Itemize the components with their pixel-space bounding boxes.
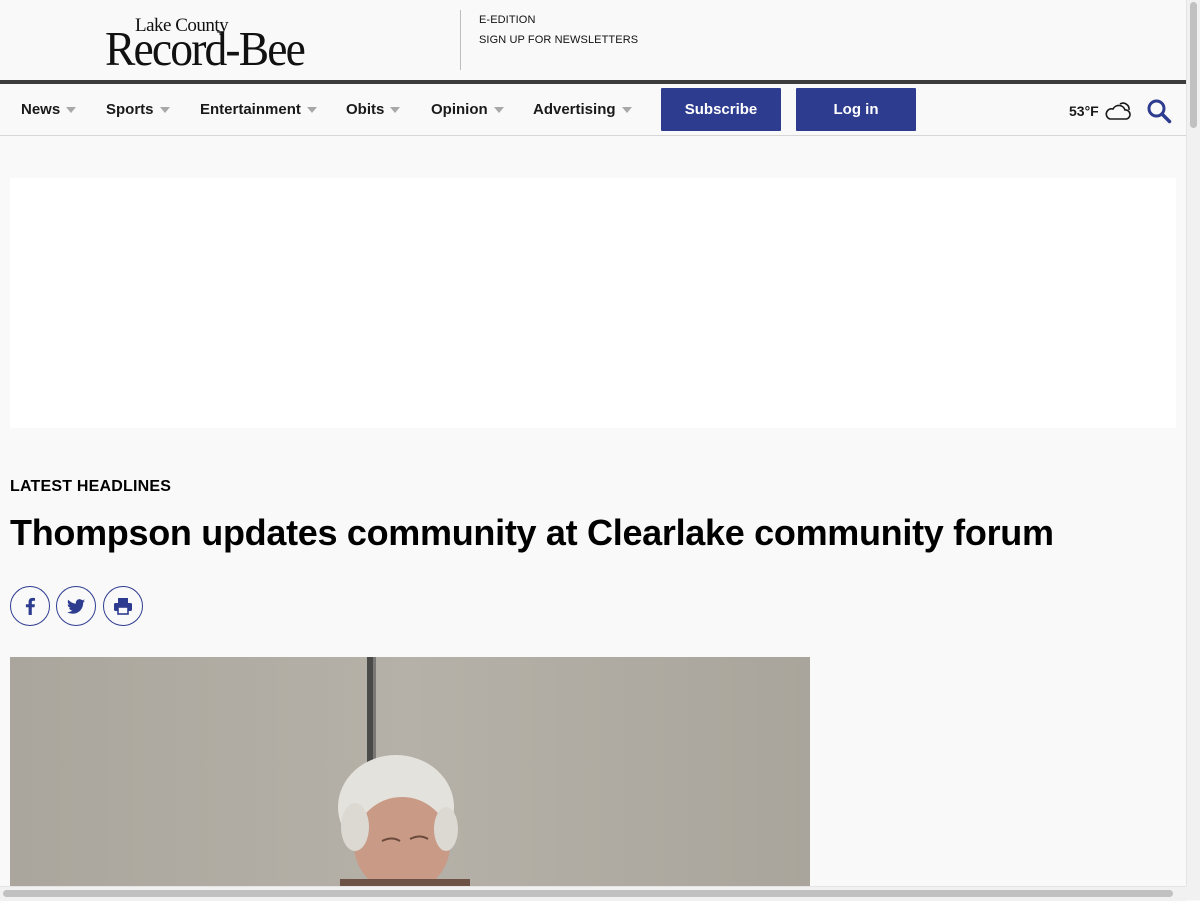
print-icon [114, 598, 132, 615]
nav-item-label: Advertising [533, 101, 616, 118]
caret-down-icon [306, 107, 317, 113]
article-photo[interactable] [10, 657, 810, 886]
search-icon[interactable] [1146, 98, 1172, 124]
site-logo[interactable]: Lake County Record-Bee [105, 14, 345, 74]
nav-item-sports[interactable]: Sports [106, 101, 170, 118]
article-photo-image [10, 657, 810, 886]
weather-temperature: 53°F [1069, 103, 1099, 119]
header-divider [460, 10, 461, 70]
facebook-share-button[interactable] [10, 586, 50, 626]
weather-widget[interactable]: 53°F [1069, 100, 1132, 122]
nav-item-news[interactable]: News [21, 101, 77, 118]
scrollbar-corner [1186, 886, 1200, 900]
caret-down-icon [390, 107, 401, 113]
nav-item-label: News [21, 101, 61, 118]
caret-down-icon [66, 107, 77, 113]
twitter-share-button[interactable] [56, 586, 96, 626]
main-nav: News Sports Entertainment Obits Opinion … [0, 84, 1186, 136]
eedition-link[interactable]: E-EDITION [479, 14, 536, 26]
horizontal-scrollbar[interactable] [0, 886, 1186, 901]
nav-item-advertising[interactable]: Advertising [533, 101, 632, 118]
subscribe-button[interactable]: Subscribe [661, 88, 781, 131]
caret-down-icon [159, 107, 170, 113]
site-header: Lake County Record-Bee E-EDITION SIGN UP… [0, 0, 1186, 80]
nav-item-label: Sports [106, 101, 154, 118]
nav-item-opinion[interactable]: Opinion [431, 101, 504, 118]
section-label[interactable]: LATEST HEADLINES [10, 478, 171, 496]
facebook-icon [25, 597, 35, 615]
caret-down-icon [493, 107, 504, 113]
logo-big-text: Record-Bee [105, 21, 306, 76]
horizontal-scrollbar-thumb[interactable] [3, 890, 1173, 897]
twitter-icon [67, 598, 85, 614]
nav-item-label: Opinion [431, 101, 488, 118]
newsletters-link[interactable]: SIGN UP FOR NEWSLETTERS [479, 34, 638, 46]
nav-item-label: Entertainment [200, 101, 301, 118]
partly-cloudy-icon [1105, 102, 1131, 120]
page: Lake County Record-Bee E-EDITION SIGN UP… [0, 0, 1186, 886]
nav-item-entertainment[interactable]: Entertainment [200, 101, 317, 118]
login-button[interactable]: Log in [796, 88, 916, 131]
nav-item-label: Obits [346, 101, 385, 118]
vertical-scrollbar[interactable] [1186, 0, 1200, 886]
nav-item-obits[interactable]: Obits [346, 101, 401, 118]
vertical-scrollbar-thumb[interactable] [1190, 2, 1197, 128]
ad-slot [10, 178, 1176, 428]
article-headline: Thompson updates community at Clearlake … [10, 512, 1054, 553]
caret-down-icon [621, 107, 632, 113]
print-button[interactable] [103, 586, 143, 626]
